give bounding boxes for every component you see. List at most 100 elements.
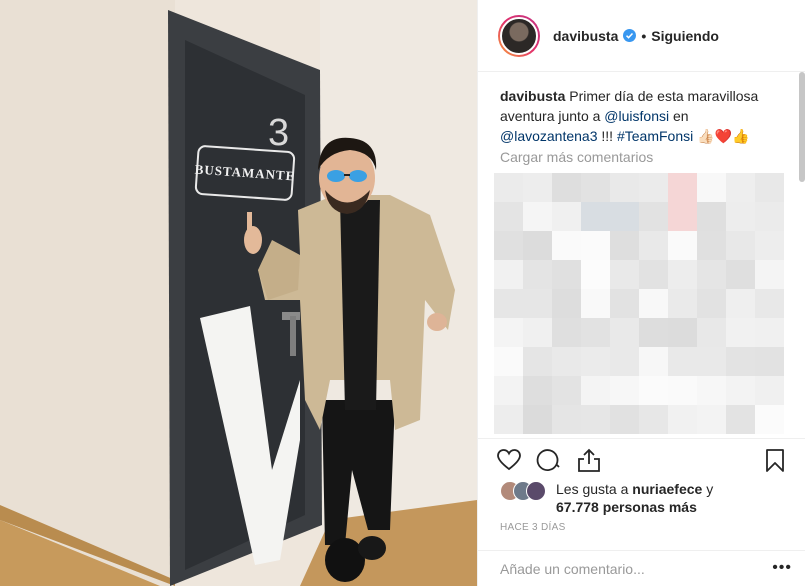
blur-pixel — [610, 318, 639, 347]
blur-pixel — [610, 376, 639, 405]
blur-pixel — [494, 376, 523, 405]
blur-pixel — [639, 289, 668, 318]
blur-pixel — [726, 318, 755, 347]
post-timestamp[interactable]: HACE 3 DÍAS — [500, 522, 566, 533]
photo-scene — [0, 0, 477, 586]
blur-pixel — [523, 405, 552, 434]
blur-pixel — [668, 376, 697, 405]
blur-pixel — [523, 318, 552, 347]
blur-pixel — [726, 376, 755, 405]
blur-pixel — [668, 231, 697, 260]
liker-avatar[interactable] — [526, 481, 546, 501]
blur-pixel — [697, 405, 726, 434]
caption-text-3: !!! — [601, 128, 614, 144]
blur-pixel — [668, 260, 697, 289]
blur-pixel — [610, 347, 639, 376]
blur-pixel — [668, 405, 697, 434]
blur-pixel — [755, 289, 784, 318]
blur-pixel — [494, 347, 523, 376]
blur-pixel — [581, 202, 610, 231]
door-number: 3 — [268, 112, 290, 154]
mention-luisfonsi[interactable]: @luisfonsi — [604, 108, 669, 124]
post-photo[interactable]: BUSTAMANTE 3 — [0, 0, 477, 586]
post-header: davibusta • Siguiendo — [478, 0, 805, 72]
blur-pixel — [639, 260, 668, 289]
blur-pixel — [494, 202, 523, 231]
blur-pixel — [668, 318, 697, 347]
comment-icon[interactable] — [536, 447, 562, 473]
hashtag-teamfonsi[interactable]: #TeamFonsi — [617, 128, 693, 144]
blur-pixel — [552, 347, 581, 376]
blur-pixel — [494, 231, 523, 260]
blur-pixel — [697, 260, 726, 289]
blur-pixel — [552, 289, 581, 318]
caption: davibusta Primer día de esta maravillosa… — [500, 86, 780, 146]
blur-pixel — [523, 289, 552, 318]
blur-pixel — [552, 376, 581, 405]
blur-pixel — [755, 376, 784, 405]
comment-input[interactable]: Añade un comentario... — [500, 561, 645, 577]
blur-pixel — [726, 260, 755, 289]
share-icon[interactable] — [576, 447, 602, 473]
comments-section: davibusta Primer día de esta maravillosa… — [478, 72, 805, 438]
blur-pixel — [668, 173, 697, 202]
liker-username[interactable]: nuriaefece — [632, 481, 702, 497]
verified-icon — [623, 29, 637, 42]
blur-pixel — [755, 231, 784, 260]
blur-pixel — [697, 173, 726, 202]
header-username[interactable]: davibusta — [553, 28, 618, 44]
avatar-story-ring[interactable] — [498, 14, 540, 57]
blur-pixel — [668, 289, 697, 318]
blur-pixel — [523, 347, 552, 376]
avatar[interactable] — [500, 16, 538, 55]
blur-pixel — [697, 376, 726, 405]
heart-icon[interactable] — [496, 447, 522, 473]
blur-pixel — [581, 289, 610, 318]
blur-pixel — [668, 347, 697, 376]
blur-pixel — [610, 260, 639, 289]
blur-pixel — [523, 173, 552, 202]
following-button[interactable]: Siguiendo — [651, 28, 719, 44]
liker-avatars — [500, 480, 556, 502]
blur-pixel — [552, 231, 581, 260]
blur-pixel — [639, 318, 668, 347]
blur-pixel — [755, 202, 784, 231]
blur-pixel — [610, 231, 639, 260]
mention-lavozantena3[interactable]: @lavozantena3 — [500, 128, 598, 144]
blur-pixel — [755, 173, 784, 202]
blur-pixel — [581, 405, 610, 434]
action-bar — [478, 438, 805, 479]
blur-pixel — [523, 231, 552, 260]
more-options-icon[interactable]: ••• — [772, 559, 792, 577]
blur-pixel — [755, 405, 784, 434]
likes-summary: Les gusta a nuriaefece y 67.778 personas… — [500, 480, 800, 516]
likes-text: Les gusta a nuriaefece y 67.778 personas… — [556, 480, 713, 516]
blur-pixel — [581, 231, 610, 260]
caption-username[interactable]: davibusta — [500, 88, 565, 104]
blur-pixel — [726, 202, 755, 231]
blur-pixel — [639, 376, 668, 405]
blur-pixel — [581, 260, 610, 289]
bookmark-icon[interactable] — [762, 447, 788, 473]
blur-pixel — [639, 347, 668, 376]
blur-pixel — [639, 173, 668, 202]
blur-pixel — [639, 202, 668, 231]
caption-text-2: en — [672, 108, 689, 124]
blur-pixel — [726, 405, 755, 434]
blur-pixel — [610, 289, 639, 318]
blur-pixel — [610, 173, 639, 202]
blur-pixel — [552, 318, 581, 347]
post-sidebar: davibusta • Siguiendo davibusta Primer d… — [477, 0, 805, 586]
header-separator: • — [641, 27, 647, 44]
blur-pixel — [726, 347, 755, 376]
blur-pixel — [755, 318, 784, 347]
instagram-post: BUSTAMANTE 3 davibusta • Siguiendo davib… — [0, 0, 805, 586]
load-more-comments[interactable]: Cargar más comentarios — [500, 149, 653, 165]
blur-pixel — [639, 231, 668, 260]
add-comment-bar: Añade un comentario... ••• — [478, 550, 805, 586]
blur-pixel — [697, 347, 726, 376]
blur-pixel — [552, 202, 581, 231]
comments-scrollbar[interactable] — [799, 72, 805, 182]
likes-count[interactable]: 67.778 personas más — [556, 499, 697, 515]
caption-emojis: 👍🏻❤️👍 — [697, 128, 750, 144]
